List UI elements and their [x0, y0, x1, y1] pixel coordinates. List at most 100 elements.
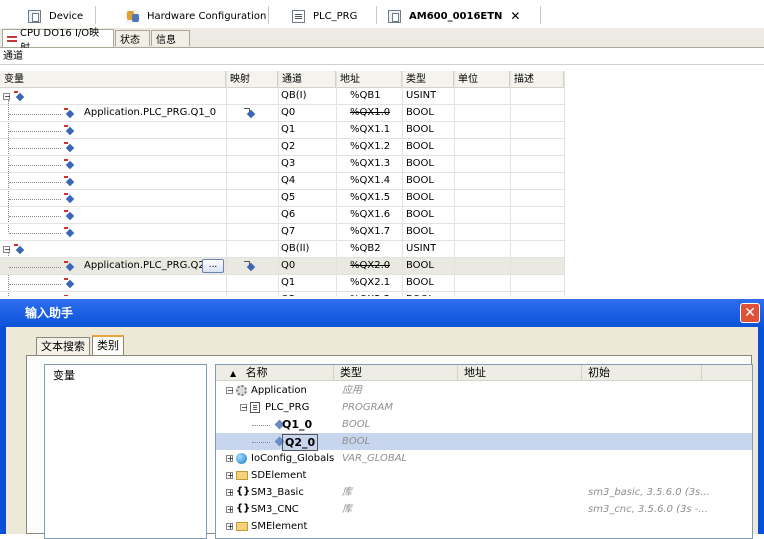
device-sub-tab-bar: CPU DO16 I/O映射 状态 信息: [0, 28, 764, 54]
column-header-variable[interactable]: 变量: [0, 71, 226, 88]
close-tab-icon[interactable]: ✕: [510, 9, 520, 23]
tree-row[interactable]: +{} SM3_CNC 库 sm3_cnc, 3.5.6.0 (3s -...: [216, 501, 752, 518]
tree-item-name[interactable]: SM3_Basic: [251, 484, 304, 501]
grid-row[interactable]: Q6 %QX1.6 BOOL: [0, 207, 564, 224]
variable-name[interactable]: Application.PLC_PRG.Q1_0: [84, 105, 216, 122]
column-header-spacer: [702, 365, 752, 381]
browse-button[interactable]: ...: [202, 259, 224, 273]
dialog-title[interactable]: 输入助手: [0, 299, 764, 327]
expand-icon[interactable]: +: [226, 506, 234, 514]
grid-row[interactable]: − QB(I) %QB1 USINT: [0, 88, 564, 105]
variable-icon: [63, 108, 75, 118]
column-header-mapping[interactable]: 映射: [226, 71, 278, 88]
column-header-address[interactable]: 地址: [458, 365, 582, 381]
grid-row[interactable]: Q2 %QX1.2 BOOL: [0, 139, 564, 156]
channel-cell: Q1: [281, 124, 296, 135]
tree-row[interactable]: Q1_0 BOOL: [216, 416, 752, 433]
io-mapping-grid: 变量 映射 通道 地址 类型 单位 描述 − QB(I) %QB1 USINT Appl…: [0, 66, 764, 296]
tab-io-mapping[interactable]: CPU DO16 I/O映射: [2, 28, 114, 54]
grid-row[interactable]: Q7 %QX1.7 BOOL: [0, 224, 564, 241]
tree-item-name[interactable]: Application: [251, 382, 307, 399]
collapse-icon[interactable]: −: [226, 387, 234, 395]
collapse-icon[interactable]: −: [3, 93, 11, 101]
tree-item-name[interactable]: SMElement: [251, 518, 307, 535]
grid-row[interactable]: Application.PLC_PRG.Q1_0 Q0 %QX1.0 BOOL: [0, 105, 564, 122]
channel-cell: Q5: [281, 192, 296, 203]
collapse-icon[interactable]: −: [240, 404, 248, 412]
tree-connector: [9, 131, 61, 132]
address-cell: %QX2.1: [350, 277, 391, 288]
tab-categories[interactable]: 类别: [92, 335, 124, 356]
column-header-channel[interactable]: 通道: [278, 71, 336, 88]
expand-icon[interactable]: +: [226, 472, 234, 480]
tab-info-label: 信息: [156, 35, 176, 46]
tab-text-search[interactable]: 文本搜索: [36, 337, 90, 356]
tree-item-type: VAR_GLOBAL: [342, 453, 408, 464]
variable-icon: [63, 210, 75, 220]
variable-icon: [13, 91, 25, 101]
tree-item-name[interactable]: IoConfig_Globals: [251, 450, 334, 467]
tab-info[interactable]: 信息: [151, 30, 190, 46]
grid-row[interactable]: Q3 %QX1.3 BOOL: [0, 156, 564, 173]
type-cell: BOOL: [406, 209, 434, 220]
close-icon[interactable]: ✕: [740, 303, 760, 323]
tree-row[interactable]: − PLC_PRG PROGRAM: [216, 399, 752, 416]
tree-row[interactable]: +{} SM3_Basic 库 sm3_basic, 3.5.6.0 (3s...: [216, 484, 752, 501]
expand-icon[interactable]: +: [226, 523, 234, 531]
tree-row[interactable]: Q2_0 BOOL: [216, 433, 752, 451]
type-cell: BOOL: [406, 158, 434, 169]
grid-row[interactable]: Q4 %QX1.4 BOOL: [0, 173, 564, 190]
tree-row[interactable]: + SDElement: [216, 467, 752, 484]
column-header-initial[interactable]: 初始: [582, 365, 702, 381]
tree-item-name[interactable]: SDElement: [251, 467, 306, 484]
tree-row[interactable]: + SMElement: [216, 518, 752, 535]
grid-row[interactable]: Q2 %QX2.2 BOOL: [0, 292, 564, 296]
mapping-icon: [244, 108, 256, 118]
tab-separator: [376, 6, 377, 24]
dialog-body: 文本搜索 类别 变量 ▲ 名称 类型 地址 初始 − Application 应用 −…: [6, 327, 758, 539]
tree-row[interactable]: − Application 应用: [216, 382, 752, 399]
column-divider: [454, 71, 455, 296]
tree-item-name[interactable]: SM3_CNC: [251, 501, 299, 518]
column-header-address[interactable]: 地址: [336, 71, 402, 88]
symbol-tree[interactable]: ▲ 名称 类型 地址 初始 − Application 应用 − PLC_PRG PROG…: [215, 364, 753, 539]
program-icon: [250, 402, 260, 413]
grid-row[interactable]: − QB(II) %QB2 USINT: [0, 241, 564, 258]
variable-icon: [63, 261, 75, 271]
tree-connector: [9, 216, 61, 217]
column-header-type[interactable]: 类型: [402, 71, 454, 88]
tab-hardware-configuration[interactable]: Hardware Configuration: [126, 6, 266, 26]
type-cell: BOOL: [406, 260, 434, 271]
tree-item-initial: sm3_basic, 3.5.6.0 (3s...: [588, 487, 710, 498]
type-cell: BOOL: [406, 226, 434, 237]
channel-cell: Q0: [281, 260, 296, 271]
category-list[interactable]: 变量: [44, 364, 207, 539]
expand-icon[interactable]: +: [226, 455, 234, 463]
column-header-unit[interactable]: 单位: [454, 71, 510, 88]
address-cell: %QX1.4: [350, 175, 391, 186]
column-header-name[interactable]: ▲ 名称: [216, 365, 334, 381]
tree-connector: [9, 199, 61, 200]
tree-item-type: BOOL: [342, 419, 371, 430]
variable-icon: [63, 227, 75, 237]
tab-plc-prg[interactable]: PLC_PRG: [292, 6, 357, 26]
collapse-icon[interactable]: −: [3, 246, 11, 254]
variable-name[interactable]: Application.PLC_PRG.Q2: [84, 258, 205, 275]
grid-row[interactable]: Q1 %QX2.1 BOOL: [0, 275, 564, 292]
tab-status[interactable]: 状态: [115, 30, 150, 46]
grid-row[interactable]: Q5 %QX1.5 BOOL: [0, 190, 564, 207]
column-header-description[interactable]: 描述: [510, 71, 564, 88]
grid-row[interactable]: Application.PLC_PRG.Q2... Q0 %QX2.0 BOOL: [0, 258, 564, 275]
expand-icon[interactable]: +: [226, 489, 234, 497]
tab-am600[interactable]: AM600_0016ETN ✕: [388, 6, 520, 26]
address-cell: %QX1.2: [350, 141, 391, 152]
tree-row[interactable]: + IoConfig_Globals VAR_GLOBAL: [216, 450, 752, 467]
tab-hardware-configuration-label: Hardware Configuration: [147, 10, 267, 22]
column-header-type[interactable]: 类型: [334, 365, 458, 381]
grid-row[interactable]: Q1 %QX1.1 BOOL: [0, 122, 564, 139]
column-divider: [278, 71, 279, 296]
tree-item-name[interactable]: PLC_PRG: [265, 399, 309, 416]
tree-item-name[interactable]: Q1_0: [282, 416, 312, 433]
category-item-variables[interactable]: 变量: [53, 367, 75, 383]
tree-item-name[interactable]: Q2_0: [282, 434, 319, 451]
